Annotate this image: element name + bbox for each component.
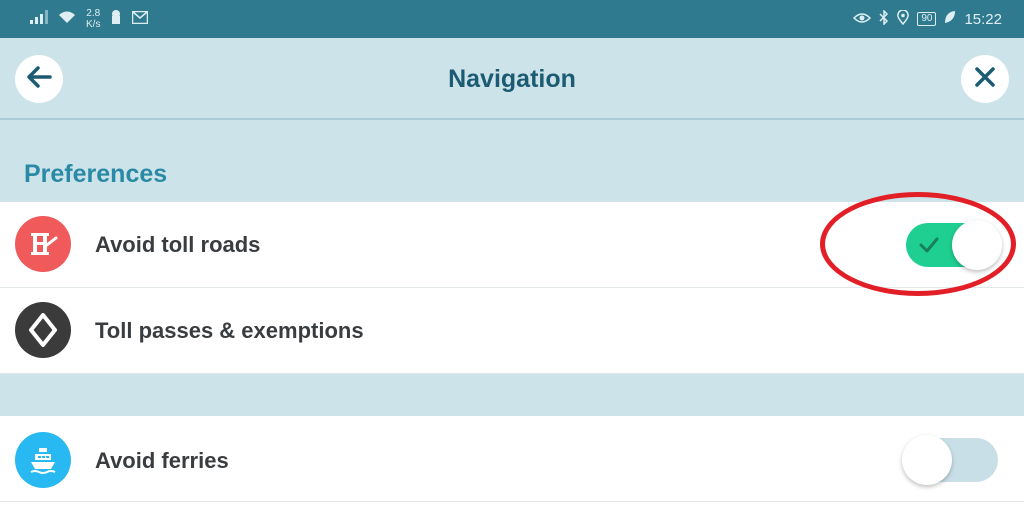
avoid-toll-roads-label: Avoid toll roads <box>95 232 261 257</box>
diamond-sign-icon <box>15 302 71 358</box>
arrow-left-icon <box>26 65 52 94</box>
toll-passes-label: Toll passes & exemptions <box>95 318 364 343</box>
toll-barrier-icon <box>15 216 71 272</box>
avoid-toll-roads-toggle[interactable] <box>906 220 1002 270</box>
bluetooth-icon <box>879 8 889 29</box>
status-right: 90 15:22 <box>853 0 1002 38</box>
status-bar: 2.8 K/s 90 15:22 <box>0 0 1024 38</box>
wifi-icon <box>58 10 76 28</box>
eye-icon <box>853 11 872 28</box>
avoid-ferries-label: Avoid ferries <box>95 448 229 473</box>
toggle-knob <box>952 220 1002 270</box>
ferry-icon <box>15 432 71 488</box>
clock: 15:22 <box>964 10 1002 28</box>
toll-passes-row[interactable]: Toll passes & exemptions <box>0 288 1024 374</box>
battery-indicator: 90 <box>917 12 937 26</box>
speed-value: 2.8 <box>86 8 101 19</box>
toggle-knob <box>902 435 952 485</box>
section-header: Preferences <box>0 120 1024 202</box>
avoid-ferries-toggle[interactable] <box>902 435 998 485</box>
network-speed: 2.8 K/s <box>86 8 100 30</box>
avoid-toll-roads-row[interactable]: Avoid toll roads <box>0 202 1024 288</box>
page-title: Navigation <box>448 65 576 93</box>
checkmark-icon <box>916 232 942 263</box>
status-left: 2.8 K/s <box>30 0 149 38</box>
section-divider <box>0 374 1024 416</box>
keyhole-icon <box>110 10 122 28</box>
avoid-ferries-row[interactable]: Avoid ferries <box>0 416 1024 502</box>
mail-icon <box>132 10 149 28</box>
speed-unit: K/s <box>86 19 101 30</box>
close-button[interactable] <box>961 55 1009 103</box>
leaf-icon <box>944 10 956 28</box>
header-bar: Navigation <box>0 38 1024 120</box>
close-icon <box>974 66 996 93</box>
signal-icon <box>30 10 48 28</box>
back-button[interactable] <box>15 55 63 103</box>
location-icon <box>897 8 910 29</box>
